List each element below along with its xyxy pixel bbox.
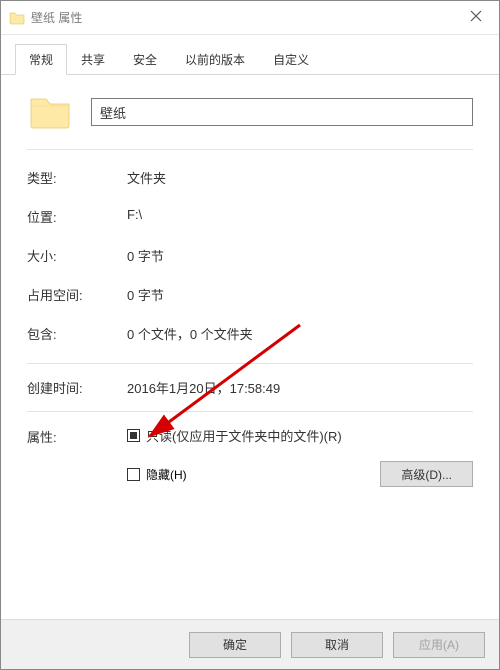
location-value: F:\ [127, 207, 473, 226]
folder-icon [9, 10, 25, 26]
readonly-label: 只读(仅应用于文件夹中的文件)(R) [146, 426, 342, 445]
separator [27, 149, 473, 150]
created-label: 创建时间: [27, 378, 127, 397]
diskspace-label: 占用空间: [27, 285, 127, 304]
readonly-checkbox-row[interactable]: 只读(仅应用于文件夹中的文件)(R) [127, 426, 473, 445]
separator [27, 411, 473, 412]
ok-button[interactable]: 确定 [189, 632, 281, 658]
tab-customize[interactable]: 自定义 [259, 44, 323, 75]
contains-value: 0 个文件，0 个文件夹 [127, 324, 473, 343]
cancel-button[interactable]: 取消 [291, 632, 383, 658]
close-icon [470, 10, 482, 25]
tab-general[interactable]: 常规 [15, 44, 67, 75]
advanced-button[interactable]: 高级(D)... [380, 461, 473, 487]
row-size: 大小: 0 字节 [27, 246, 473, 265]
checkbox-indeterminate-icon [130, 432, 137, 439]
apply-button[interactable]: 应用(A) [393, 632, 485, 658]
diskspace-value: 0 字节 [127, 285, 473, 304]
hidden-checkbox[interactable] [127, 468, 140, 481]
created-value: 2016年1月20日，17:58:49 [127, 378, 473, 397]
tab-previous-versions[interactable]: 以前的版本 [171, 44, 259, 75]
type-value: 文件夹 [127, 168, 473, 187]
tab-sharing[interactable]: 共享 [67, 44, 119, 75]
attributes-block: 属性: 只读(仅应用于文件夹中的文件)(R) 隐藏(H) 高级(D)... [27, 426, 473, 487]
window-title: 壁纸 属性 [31, 9, 453, 26]
contains-label: 包含: [27, 324, 127, 343]
type-label: 类型: [27, 168, 127, 187]
tab-strip: 常规 共享 安全 以前的版本 自定义 [1, 35, 499, 75]
header-row: 壁纸 [27, 89, 473, 135]
tab-content-general: 壁纸 类型: 文件夹 位置: F:\ 大小: 0 字节 占用空间: 0 字节 包… [1, 75, 499, 619]
properties-window: 壁纸 属性 常规 共享 安全 以前的版本 自定义 壁纸 [0, 0, 500, 670]
row-contains: 包含: 0 个文件，0 个文件夹 [27, 324, 473, 343]
folder-name-value: 壁纸 [100, 103, 126, 122]
location-label: 位置: [27, 207, 127, 226]
close-button[interactable] [453, 1, 499, 35]
size-value: 0 字节 [127, 246, 473, 265]
row-created: 创建时间: 2016年1月20日，17:58:49 [27, 378, 473, 397]
readonly-checkbox[interactable] [127, 429, 140, 442]
hidden-and-advanced-row: 隐藏(H) 高级(D)... [127, 461, 473, 487]
separator [27, 363, 473, 364]
titlebar: 壁纸 属性 [1, 1, 499, 35]
hidden-label: 隐藏(H) [146, 466, 187, 483]
dialog-footer: 确定 取消 应用(A) [1, 619, 499, 669]
tab-security[interactable]: 安全 [119, 44, 171, 75]
size-label: 大小: [27, 246, 127, 265]
row-diskspace: 占用空间: 0 字节 [27, 285, 473, 304]
attributes-label: 属性: [27, 427, 127, 487]
row-location: 位置: F:\ [27, 207, 473, 226]
row-type: 类型: 文件夹 [27, 168, 473, 187]
folder-name-input[interactable]: 壁纸 [91, 98, 473, 126]
large-folder-icon [27, 89, 73, 135]
